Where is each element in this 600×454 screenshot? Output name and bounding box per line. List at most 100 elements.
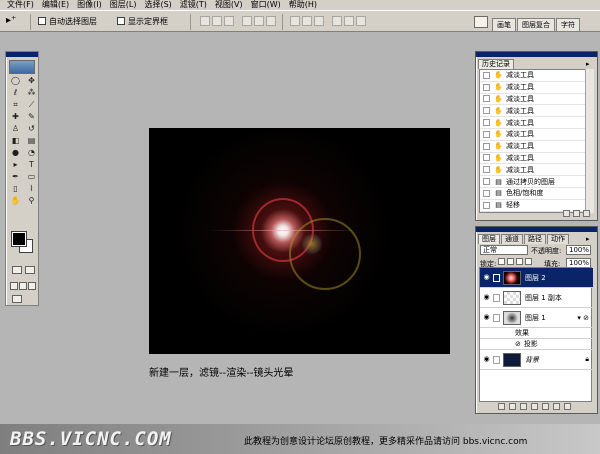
- hand-tool-icon[interactable]: ✋: [9, 196, 22, 206]
- history-brush-tool-icon[interactable]: ↺: [25, 124, 38, 134]
- magic-wand-tool-icon[interactable]: ⁂: [25, 88, 38, 98]
- history-item[interactable]: ✋ 减淡工具: [480, 164, 591, 177]
- document-canvas[interactable]: [149, 128, 450, 354]
- align-hcenter-icon[interactable]: [254, 16, 264, 26]
- dodge-tool-icon[interactable]: ◔: [25, 148, 38, 158]
- menu-filter[interactable]: 滤镜(T): [176, 0, 211, 10]
- photoshop-logo-icon[interactable]: [9, 60, 35, 74]
- tab-paths[interactable]: 路径: [524, 234, 546, 244]
- auto-select-checkbox[interactable]: [38, 17, 46, 25]
- opacity-input[interactable]: 100%: [566, 245, 591, 255]
- brush-link-icon[interactable]: [493, 355, 500, 364]
- adjustment-layer-icon[interactable]: [542, 403, 549, 410]
- history-item[interactable]: ✋ 减淡工具: [480, 117, 591, 129]
- history-item[interactable]: ✋ 减淡工具: [480, 82, 591, 94]
- lasso-tool-icon[interactable]: ℓ: [9, 88, 22, 98]
- history-item[interactable]: ✋ 减淡工具: [480, 70, 591, 82]
- visibility-eye-icon[interactable]: ◉: [482, 273, 491, 282]
- history-item[interactable]: ▤ 通过拷贝的图层: [480, 176, 591, 188]
- delete-layer-icon[interactable]: [564, 403, 571, 410]
- history-item[interactable]: ✋ 减淡工具: [480, 105, 591, 118]
- menu-select[interactable]: 选择(S): [140, 0, 175, 10]
- brush-link-icon[interactable]: [493, 313, 500, 322]
- brush-link-icon[interactable]: [493, 273, 500, 282]
- healing-brush-tool-icon[interactable]: ✚: [9, 112, 22, 122]
- align-bottom-icon[interactable]: [224, 16, 234, 26]
- path-selection-tool-icon[interactable]: ▸: [9, 160, 22, 170]
- history-item[interactable]: ✋ 减淡工具: [480, 94, 591, 106]
- layer-row-background[interactable]: ◉ 背景 🔒︎: [480, 350, 593, 370]
- menu-image[interactable]: 图像(I): [73, 0, 106, 10]
- distribute-right-icon[interactable]: [356, 16, 366, 26]
- pen-tool-icon[interactable]: ✒: [9, 172, 22, 182]
- screen-mode-standard-icon[interactable]: [10, 282, 18, 290]
- slice-tool-icon[interactable]: ⟋: [25, 100, 38, 110]
- history-scrollbar[interactable]: [585, 69, 594, 213]
- layer-set-icon[interactable]: [531, 403, 538, 410]
- file-browser-icon[interactable]: [474, 16, 488, 28]
- quick-mask-mode-icon[interactable]: [25, 266, 35, 274]
- menu-layer[interactable]: 图层(L): [106, 0, 141, 10]
- new-layer-icon[interactable]: [553, 403, 560, 410]
- lock-image-icon[interactable]: [507, 258, 514, 265]
- clone-stamp-tool-icon[interactable]: ♙: [9, 124, 22, 134]
- zoom-tool-icon[interactable]: ⚲: [25, 196, 38, 206]
- layer-mask-icon[interactable]: [520, 403, 527, 410]
- distribute-hcenter-icon[interactable]: [344, 16, 354, 26]
- tab-actions[interactable]: 动作: [547, 234, 569, 244]
- eyedropper-tool-icon[interactable]: ⌇: [25, 184, 38, 194]
- lock-position-icon[interactable]: [516, 258, 523, 265]
- history-menu-icon[interactable]: ▸: [586, 60, 593, 68]
- history-item[interactable]: ✋ 减淡工具: [480, 129, 591, 141]
- align-left-icon[interactable]: [242, 16, 252, 26]
- menu-view[interactable]: 视图(V): [211, 0, 247, 10]
- layers-menu-icon[interactable]: ▸: [586, 235, 593, 243]
- tab-history[interactable]: 历史记录: [478, 59, 514, 69]
- notes-tool-icon[interactable]: ▯: [9, 184, 22, 194]
- distribute-vcenter-icon[interactable]: [302, 16, 312, 26]
- visibility-eye-icon[interactable]: ◉: [482, 355, 491, 364]
- distribute-bottom-icon[interactable]: [314, 16, 324, 26]
- tab-character[interactable]: 字符: [556, 18, 580, 32]
- delete-state-icon[interactable]: [583, 210, 590, 217]
- link-layers-icon[interactable]: [498, 403, 505, 410]
- history-item[interactable]: ✋ 减淡工具: [480, 153, 591, 165]
- menu-help[interactable]: 帮助(H): [285, 0, 321, 10]
- menu-window[interactable]: 窗口(W): [247, 0, 285, 10]
- brush-link-icon[interactable]: [493, 293, 500, 302]
- crop-tool-icon[interactable]: ⌗: [9, 100, 22, 110]
- history-item[interactable]: ✋ 减淡工具: [480, 141, 591, 153]
- foreground-color-swatch[interactable]: [11, 231, 27, 247]
- move-tool-preset-icon[interactable]: ▸⁺: [6, 15, 28, 29]
- toolbox-titlebar[interactable]: [6, 52, 38, 57]
- layer-effects-icon[interactable]: ▾ ⊘: [577, 314, 589, 322]
- tab-layers[interactable]: 图层: [478, 234, 500, 244]
- lock-all-icon[interactable]: [525, 258, 532, 265]
- layer-row-layer-1[interactable]: ◉ 图层 1 ▾ ⊘: [480, 308, 593, 328]
- visibility-eye-icon[interactable]: ◉: [482, 293, 491, 302]
- tab-layer-comps[interactable]: 图层复合: [517, 18, 555, 32]
- type-tool-icon[interactable]: T: [25, 160, 38, 170]
- tab-channels[interactable]: 通道: [501, 234, 523, 244]
- new-document-from-state-icon[interactable]: [563, 210, 570, 217]
- standard-mode-icon[interactable]: [12, 266, 22, 274]
- screen-mode-menu-icon[interactable]: [19, 282, 27, 290]
- eraser-tool-icon[interactable]: ◧: [9, 136, 22, 146]
- align-top-icon[interactable]: [200, 16, 210, 26]
- tab-brushes[interactable]: 画笔: [492, 18, 516, 32]
- jump-to-imageready-icon[interactable]: [12, 295, 22, 303]
- show-bounds-checkbox[interactable]: [117, 17, 125, 25]
- marquee-tool-icon[interactable]: ◯: [9, 76, 22, 86]
- align-vcenter-icon[interactable]: [212, 16, 222, 26]
- shape-tool-icon[interactable]: ▭: [25, 172, 38, 182]
- layer-style-icon[interactable]: [509, 403, 516, 410]
- lock-transparency-icon[interactable]: [498, 258, 505, 265]
- align-right-icon[interactable]: [266, 16, 276, 26]
- menu-file[interactable]: 文件(F): [3, 0, 38, 10]
- brush-tool-icon[interactable]: ✎: [25, 112, 38, 122]
- menu-edit[interactable]: 编辑(E): [38, 0, 73, 10]
- blur-tool-icon[interactable]: ●: [9, 148, 22, 158]
- move-tool-icon[interactable]: ✥: [25, 76, 38, 86]
- distribute-top-icon[interactable]: [290, 16, 300, 26]
- gradient-tool-icon[interactable]: ▤: [25, 136, 38, 146]
